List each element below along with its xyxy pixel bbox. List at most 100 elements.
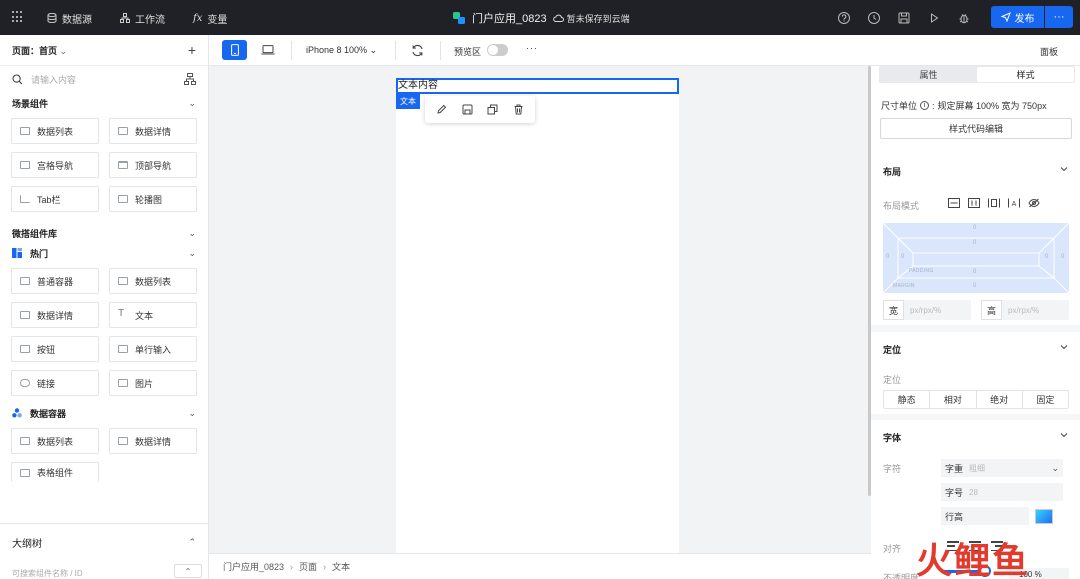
chevron-down-icon: ⌄ [188, 247, 196, 258]
edit-icon[interactable] [436, 104, 448, 116]
margin-bottom-value[interactable]: 0 [973, 283, 976, 289]
copy-icon[interactable] [487, 104, 499, 116]
list-icon [118, 277, 128, 285]
layout-flex-icon[interactable] [967, 197, 980, 209]
breadcrumb-item[interactable]: 文本 [332, 560, 350, 573]
group-title: 热门 [30, 248, 49, 259]
hot-group-header[interactable]: 热门 ⌄ [0, 243, 208, 263]
preview-toggle[interactable] [487, 44, 508, 56]
position-static[interactable]: 静态 [884, 391, 931, 408]
position-fixed[interactable]: 固定 [1023, 391, 1068, 408]
tab-style[interactable]: 样式 [977, 67, 1074, 82]
divider [291, 41, 292, 60]
selected-text-component[interactable]: 文本内容 [396, 78, 679, 94]
outline-search[interactable]: 可搜索组件名称 / ID [12, 568, 83, 579]
data-item-list[interactable]: 数据列表 [11, 428, 99, 454]
hot-item-link[interactable]: 链接 [11, 370, 99, 396]
nav-datasource[interactable]: 数据源 [47, 11, 92, 26]
app-title[interactable]: 门户应用_0823 [472, 10, 547, 26]
box-model-editor[interactable]: 0 0 0 0 0 0 PADDING 0 MARGIN 0 [883, 223, 1069, 293]
debug-icon[interactable] [957, 11, 971, 25]
position-relative[interactable]: 相对 [930, 391, 977, 408]
help-icon[interactable] [837, 11, 851, 25]
nav-workflow[interactable]: 工作流 [120, 11, 165, 26]
margin-left-value[interactable]: 0 [886, 254, 889, 260]
tree-structure-icon[interactable] [184, 73, 196, 85]
device-selector[interactable]: iPhone 8 100% ⌄ [306, 45, 377, 56]
scene-item-data-detail[interactable]: 数据详情 [109, 118, 197, 144]
mobile-view-button[interactable] [222, 40, 247, 60]
breadcrumb-item[interactable]: 门户应用_0823 [223, 560, 284, 573]
comp-label: 普通容器 [37, 276, 74, 287]
data-group-header[interactable]: 数据容器 ⌄ [0, 403, 208, 423]
delete-icon[interactable] [512, 104, 524, 116]
add-page-icon[interactable]: + [188, 42, 196, 58]
micro-section-header[interactable]: 微搭组件库 ⌄ [0, 223, 208, 243]
search-input[interactable] [31, 74, 171, 85]
breadcrumb: 门户应用_0823 › 页面 › 文本 [209, 553, 871, 579]
margin-right-value[interactable]: 0 [1061, 254, 1064, 260]
data-item-table[interactable]: 表格组件 [11, 462, 99, 482]
outline-header[interactable]: 大纲树 ⌃ [0, 524, 208, 560]
publish-more-button[interactable]: ··· [1045, 6, 1073, 28]
scene-item-top-nav[interactable]: 顶部导航 [109, 152, 197, 178]
layout-inline-icon[interactable]: A [1007, 197, 1020, 209]
layout-mode-options: A [947, 197, 1040, 209]
scene-item-carousel[interactable]: 轮播图 [109, 186, 197, 212]
padding-top-value[interactable]: 0 [973, 240, 976, 246]
layout-hidden-icon[interactable] [1027, 197, 1040, 209]
chevron-down-icon[interactable] [1060, 431, 1068, 439]
padding-right-value[interactable]: 0 [1045, 254, 1048, 260]
cloud-icon [552, 14, 564, 22]
padding-left-value[interactable]: 0 [901, 254, 904, 260]
hot-item-data-list[interactable]: 数据列表 [109, 268, 197, 294]
padding-bottom-value[interactable]: 0 [973, 269, 976, 275]
hot-item-image[interactable]: 图片 [109, 370, 197, 396]
collapse-icon[interactable]: ⌃ [174, 564, 202, 578]
chevron-down-icon[interactable] [1060, 343, 1068, 351]
scene-item-data-list[interactable]: 数据列表 [11, 118, 99, 144]
refresh-icon[interactable] [411, 44, 424, 57]
save-icon[interactable] [461, 104, 473, 116]
app-logo-icon [453, 12, 465, 24]
width-field[interactable]: 宽 px/rpx/% [883, 300, 971, 320]
play-icon[interactable] [927, 11, 941, 25]
scene-item-tabbar[interactable]: Tab栏 [11, 186, 99, 212]
position-absolute[interactable]: 绝对 [977, 391, 1023, 408]
apps-grid-icon[interactable] [12, 11, 24, 23]
publish-button[interactable]: 发布 [991, 6, 1044, 28]
comp-label: 单行输入 [135, 344, 172, 355]
page-selector[interactable]: 页面：首页 ⌄ + [0, 35, 208, 66]
hot-item-input[interactable]: 单行输入 [109, 336, 197, 362]
tab-properties[interactable]: 属性 [880, 67, 977, 82]
height-field[interactable]: 高 px/rpx/% [981, 300, 1069, 320]
margin-top-value[interactable]: 0 [973, 225, 976, 231]
hot-item-container[interactable]: 普通容器 [11, 268, 99, 294]
hot-item-data-detail[interactable]: 数据详情 [11, 302, 99, 328]
font-size-field[interactable]: 字号 28 [941, 483, 1063, 501]
expand-collapse-icon[interactable]: ⌃ [188, 537, 196, 548]
nav-variables[interactable]: fx 变量 [193, 11, 227, 26]
style-code-edit-button[interactable]: 样式代码编辑 [880, 118, 1072, 139]
line-height-field[interactable]: 行高 [941, 507, 1029, 525]
layout-block-icon[interactable] [947, 197, 960, 209]
history-icon[interactable] [867, 11, 881, 25]
panel-toggle[interactable]: 面板 [1040, 45, 1058, 58]
save-icon[interactable] [897, 11, 911, 25]
top-nav-icon [118, 161, 128, 169]
hot-item-button[interactable]: 按钮 [11, 336, 99, 362]
data-item-detail[interactable]: 数据详情 [109, 428, 197, 454]
position-title: 定位 [883, 345, 902, 355]
scene-section-header[interactable]: 场景组件 ⌄ [0, 93, 208, 113]
breadcrumb-item[interactable]: 页面 [299, 560, 317, 573]
scene-item-grid-nav[interactable]: 宫格导航 [11, 152, 99, 178]
info-icon[interactable]: i [920, 101, 930, 110]
phone-canvas[interactable]: 文本内容 文本 [396, 78, 679, 553]
font-weight-select[interactable]: 字重 粗细 ⌄ [941, 459, 1063, 477]
more-options-icon[interactable]: ··· [526, 43, 538, 53]
layout-inline-block-icon[interactable] [987, 197, 1000, 209]
hot-item-text[interactable]: T 文本 [109, 302, 197, 328]
font-color-swatch[interactable] [1035, 509, 1053, 524]
chevron-down-icon[interactable] [1060, 165, 1068, 173]
desktop-view-button[interactable] [255, 40, 280, 60]
